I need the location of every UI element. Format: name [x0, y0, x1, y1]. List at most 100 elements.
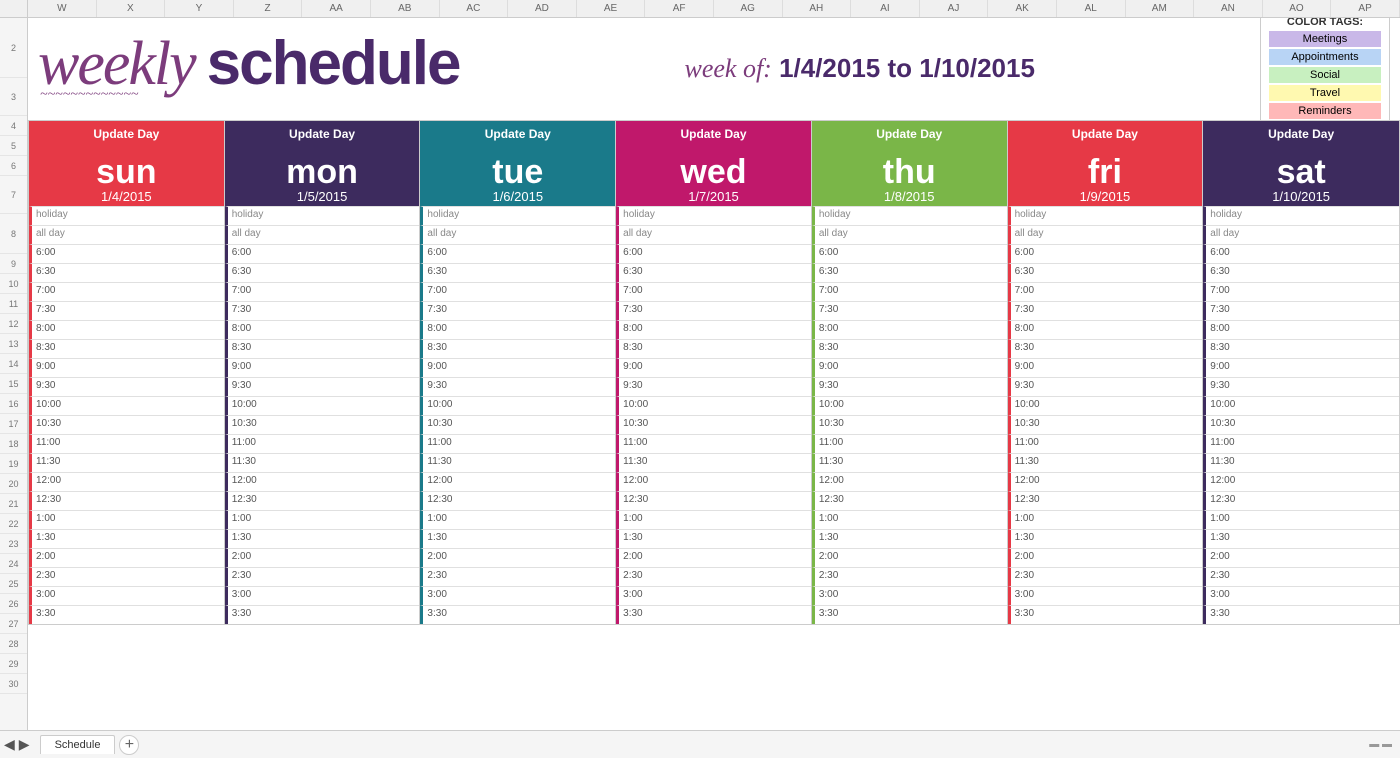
time-slot-fri-20[interactable]: 3:00 — [1008, 586, 1203, 605]
time-slot-fri-0[interactable]: holiday — [1008, 206, 1203, 225]
time-slot-fri-3[interactable]: 6:30 — [1008, 263, 1203, 282]
time-slot-wed-21[interactable]: 3:30 — [616, 605, 811, 624]
time-slot-fri-7[interactable]: 8:30 — [1008, 339, 1203, 358]
time-slot-thu-11[interactable]: 10:30 — [812, 415, 1007, 434]
update-day-button-fri[interactable]: Update Day — [1008, 121, 1203, 147]
next-sheet-arrow[interactable]: ▶ — [19, 736, 30, 753]
time-slot-sat-4[interactable]: 7:00 — [1203, 282, 1399, 301]
time-slot-sun-15[interactable]: 12:30 — [29, 491, 224, 510]
time-slot-wed-2[interactable]: 6:00 — [616, 244, 811, 263]
time-slot-sun-21[interactable]: 3:30 — [29, 605, 224, 624]
time-slot-fri-4[interactable]: 7:00 — [1008, 282, 1203, 301]
time-slot-thu-16[interactable]: 1:00 — [812, 510, 1007, 529]
time-slot-sat-11[interactable]: 10:30 — [1203, 415, 1399, 434]
time-slot-sat-6[interactable]: 8:00 — [1203, 320, 1399, 339]
time-slot-sun-5[interactable]: 7:30 — [29, 301, 224, 320]
time-slot-thu-14[interactable]: 12:00 — [812, 472, 1007, 491]
time-slot-thu-7[interactable]: 8:30 — [812, 339, 1007, 358]
time-slot-tue-7[interactable]: 8:30 — [420, 339, 615, 358]
time-slot-fri-1[interactable]: all day — [1008, 225, 1203, 244]
time-slot-tue-18[interactable]: 2:00 — [420, 548, 615, 567]
time-slot-wed-0[interactable]: holiday — [616, 206, 811, 225]
time-slot-sun-19[interactable]: 2:30 — [29, 567, 224, 586]
time-slot-sat-9[interactable]: 9:30 — [1203, 377, 1399, 396]
time-slot-sat-14[interactable]: 12:00 — [1203, 472, 1399, 491]
time-slot-wed-7[interactable]: 8:30 — [616, 339, 811, 358]
time-slot-fri-2[interactable]: 6:00 — [1008, 244, 1203, 263]
time-slot-sun-7[interactable]: 8:30 — [29, 339, 224, 358]
time-slot-thu-18[interactable]: 2:00 — [812, 548, 1007, 567]
time-slot-mon-6[interactable]: 8:00 — [225, 320, 420, 339]
time-slot-mon-21[interactable]: 3:30 — [225, 605, 420, 624]
time-slot-fri-21[interactable]: 3:30 — [1008, 605, 1203, 624]
time-slot-sat-0[interactable]: holiday — [1203, 206, 1399, 225]
time-slot-wed-6[interactable]: 8:00 — [616, 320, 811, 339]
time-slot-tue-9[interactable]: 9:30 — [420, 377, 615, 396]
time-slot-wed-19[interactable]: 2:30 — [616, 567, 811, 586]
time-slot-tue-20[interactable]: 3:00 — [420, 586, 615, 605]
time-slot-tue-8[interactable]: 9:00 — [420, 358, 615, 377]
time-slot-sun-8[interactable]: 9:00 — [29, 358, 224, 377]
time-slot-thu-5[interactable]: 7:30 — [812, 301, 1007, 320]
time-slot-thu-20[interactable]: 3:00 — [812, 586, 1007, 605]
time-slot-sun-20[interactable]: 3:00 — [29, 586, 224, 605]
time-slot-mon-19[interactable]: 2:30 — [225, 567, 420, 586]
time-slot-mon-0[interactable]: holiday — [225, 206, 420, 225]
time-slot-thu-21[interactable]: 3:30 — [812, 605, 1007, 624]
time-slot-sun-12[interactable]: 11:00 — [29, 434, 224, 453]
update-day-button-sat[interactable]: Update Day — [1203, 121, 1399, 147]
time-slot-sat-16[interactable]: 1:00 — [1203, 510, 1399, 529]
time-slot-sun-6[interactable]: 8:00 — [29, 320, 224, 339]
time-slot-sat-1[interactable]: all day — [1203, 225, 1399, 244]
time-slot-sun-11[interactable]: 10:30 — [29, 415, 224, 434]
time-slot-fri-16[interactable]: 1:00 — [1008, 510, 1203, 529]
time-slot-tue-17[interactable]: 1:30 — [420, 529, 615, 548]
time-slot-sun-16[interactable]: 1:00 — [29, 510, 224, 529]
time-slot-mon-8[interactable]: 9:00 — [225, 358, 420, 377]
time-slot-sun-10[interactable]: 10:00 — [29, 396, 224, 415]
time-slot-tue-2[interactable]: 6:00 — [420, 244, 615, 263]
time-slot-thu-12[interactable]: 11:00 — [812, 434, 1007, 453]
time-slot-thu-8[interactable]: 9:00 — [812, 358, 1007, 377]
time-slot-sun-14[interactable]: 12:00 — [29, 472, 224, 491]
time-slot-wed-17[interactable]: 1:30 — [616, 529, 811, 548]
time-slot-fri-10[interactable]: 10:00 — [1008, 396, 1203, 415]
time-slot-tue-19[interactable]: 2:30 — [420, 567, 615, 586]
time-slot-sat-17[interactable]: 1:30 — [1203, 529, 1399, 548]
time-slot-wed-4[interactable]: 7:00 — [616, 282, 811, 301]
time-slot-tue-21[interactable]: 3:30 — [420, 605, 615, 624]
time-slot-tue-0[interactable]: holiday — [420, 206, 615, 225]
time-slot-wed-5[interactable]: 7:30 — [616, 301, 811, 320]
time-slot-mon-4[interactable]: 7:00 — [225, 282, 420, 301]
time-slot-mon-11[interactable]: 10:30 — [225, 415, 420, 434]
time-slot-mon-2[interactable]: 6:00 — [225, 244, 420, 263]
time-slot-tue-10[interactable]: 10:00 — [420, 396, 615, 415]
time-slot-fri-18[interactable]: 2:00 — [1008, 548, 1203, 567]
time-slot-tue-4[interactable]: 7:00 — [420, 282, 615, 301]
time-slot-mon-3[interactable]: 6:30 — [225, 263, 420, 282]
time-slot-wed-20[interactable]: 3:00 — [616, 586, 811, 605]
time-slot-sun-3[interactable]: 6:30 — [29, 263, 224, 282]
time-slot-thu-0[interactable]: holiday — [812, 206, 1007, 225]
time-slot-tue-13[interactable]: 11:30 — [420, 453, 615, 472]
time-slot-thu-15[interactable]: 12:30 — [812, 491, 1007, 510]
time-slot-mon-5[interactable]: 7:30 — [225, 301, 420, 320]
time-slot-sat-20[interactable]: 3:00 — [1203, 586, 1399, 605]
time-slot-sun-9[interactable]: 9:30 — [29, 377, 224, 396]
time-slot-thu-3[interactable]: 6:30 — [812, 263, 1007, 282]
time-slot-sat-3[interactable]: 6:30 — [1203, 263, 1399, 282]
time-slot-thu-1[interactable]: all day — [812, 225, 1007, 244]
time-slot-sat-8[interactable]: 9:00 — [1203, 358, 1399, 377]
time-slot-thu-9[interactable]: 9:30 — [812, 377, 1007, 396]
time-slot-sun-1[interactable]: all day — [29, 225, 224, 244]
time-slot-wed-15[interactable]: 12:30 — [616, 491, 811, 510]
time-slot-sat-10[interactable]: 10:00 — [1203, 396, 1399, 415]
time-slot-sun-17[interactable]: 1:30 — [29, 529, 224, 548]
time-slot-sat-19[interactable]: 2:30 — [1203, 567, 1399, 586]
time-slot-fri-14[interactable]: 12:00 — [1008, 472, 1203, 491]
time-slot-thu-19[interactable]: 2:30 — [812, 567, 1007, 586]
update-day-button-thu[interactable]: Update Day — [812, 121, 1007, 147]
time-slot-sat-13[interactable]: 11:30 — [1203, 453, 1399, 472]
time-slot-tue-11[interactable]: 10:30 — [420, 415, 615, 434]
time-slot-wed-16[interactable]: 1:00 — [616, 510, 811, 529]
